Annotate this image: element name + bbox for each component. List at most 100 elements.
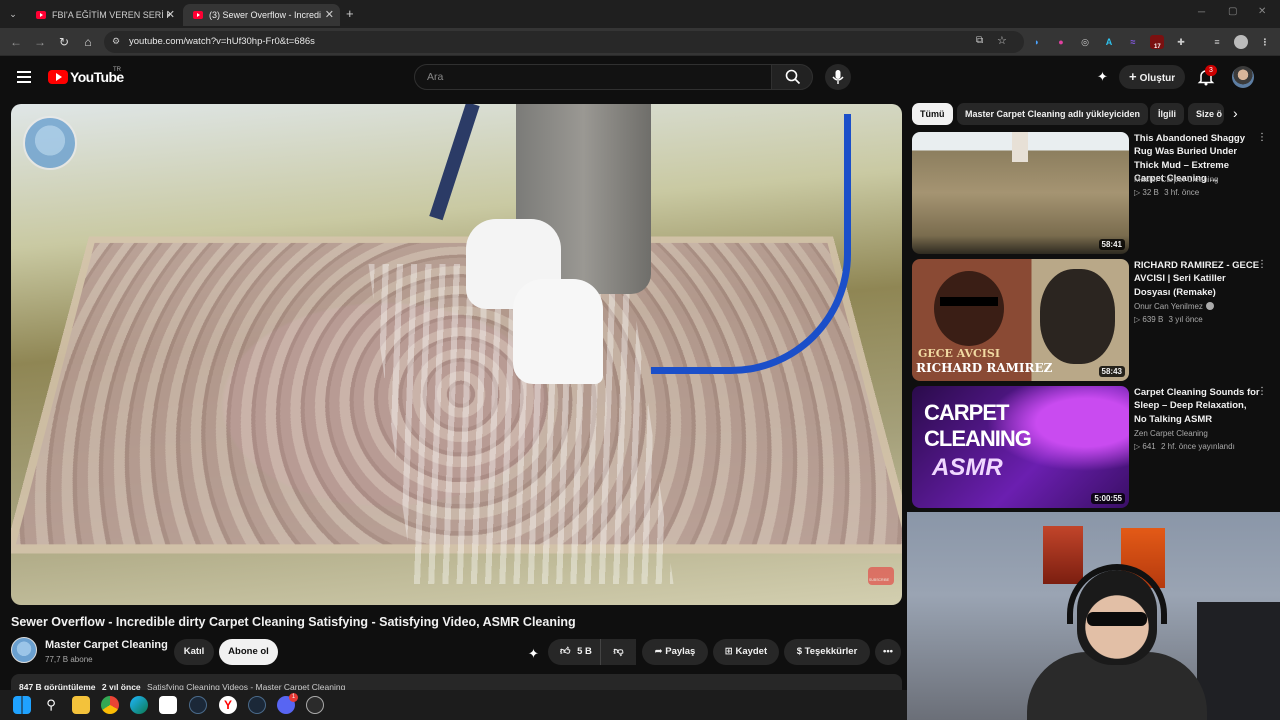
edge-icon[interactable] [130,696,148,714]
recommendation-menu-icon[interactable]: ⋮ [1257,132,1267,143]
recommendation-item[interactable]: GECE AVCISI RICHARD RAMIREZ 58:43 RICHAR… [912,259,1272,381]
save-label: Kaydet [735,646,768,657]
like-count: 5 B [577,646,592,657]
search-input[interactable]: Ara [414,64,772,90]
more-actions-button[interactable]: ••• [875,639,901,665]
chip-related[interactable]: İlgili [1150,103,1184,125]
extension-3-icon[interactable]: ◎ [1078,35,1092,49]
search-button[interactable] [771,64,813,90]
subscribe-button[interactable]: Abone ol [219,639,278,665]
browser-menu-icon[interactable]: ⋮ [1258,35,1272,49]
close-window-icon[interactable]: ✕ [1258,6,1266,17]
chevron-right-icon[interactable]: › [1233,105,1238,121]
recommendation-age: 3 yıl önce [1168,315,1203,324]
browser-tab-strip: ⌄ FBI'A EĞİTİM VEREN SERİ KATİL ✕ (3) Se… [0,0,1280,28]
thanks-button[interactable]: $ Teşekkürler [784,639,870,665]
taskbar-search-icon[interactable]: ⚲ [42,696,60,714]
video-thumbnail[interactable]: CARPET CLEANING ASMR 5:00:55 [912,386,1129,508]
hamburger-menu-icon[interactable] [17,71,31,83]
youtube-favicon-icon [36,11,46,19]
address-bar[interactable]: ⚙ youtube.com/watch?v=hUf30hp-Fr0&t=686s… [104,31,1024,53]
url-text: youtube.com/watch?v=hUf30hp-Fr0&t=686s [129,36,315,47]
search-placeholder: Ara [427,71,444,83]
share-button[interactable]: ➦ Paylaş [642,639,708,665]
browser-tab-2[interactable]: (3) Sewer Overflow - Incredible ✕ [183,4,340,26]
recommendation-item[interactable]: CARPET CLEANING ASMR 5:00:55 Carpet Clea… [912,386,1272,508]
chrome-icon[interactable] [101,696,119,714]
recommendation-age: 3 hf. önce [1164,188,1200,197]
minimize-icon[interactable]: ─ [1198,7,1205,18]
voice-search-button[interactable] [825,64,851,90]
extension-1-icon[interactable]: ◗ [1030,35,1044,49]
chip-from-uploader[interactable]: Master Carpet Cleaning adlı yükleyiciden [957,103,1149,125]
recommendation-channel[interactable]: Zen Carpet Cleaning [1134,429,1208,438]
thumbnail-caption-2: CLEANING [924,426,1032,451]
thumbnail-caption-3: ASMR [932,454,1003,481]
save-button[interactable]: ⊞ Kaydet [713,639,779,665]
forward-icon[interactable]: → [32,34,48,50]
reading-list-icon[interactable]: ≡ [1210,35,1224,49]
ai-summary-icon[interactable]: ✦ [528,646,542,661]
thumbnail-caption-1: GECE AVCISI [918,347,1001,360]
youtube-logo-icon[interactable] [48,70,68,84]
yandex-icon[interactable]: Y [219,696,237,714]
tab-title: FBI'A EĞİTİM VEREN SERİ KATİL [52,10,170,20]
recommendation-menu-icon[interactable]: ⋮ [1257,386,1267,397]
windows-taskbar: ⚲ Y 1 [0,690,907,720]
recommendation-channel[interactable]: Onur Can Yenilmez [1134,302,1214,311]
video-thumbnail[interactable]: 58:41 [912,132,1129,254]
back-icon[interactable]: ← [8,34,24,50]
subscribe-watermark[interactable]: SUBSCRIBE [868,567,894,585]
channel-watermark[interactable] [23,116,77,170]
thumbnail-caption-1: CARPET [924,400,1009,425]
close-tab-icon[interactable]: ✕ [325,8,334,21]
tab-search-icon[interactable]: ⌄ [6,7,20,21]
chip-for-you[interactable]: Size ö [1188,103,1224,125]
new-tab-icon[interactable]: + [346,6,354,21]
extension-5-icon[interactable]: ≈ [1126,35,1140,49]
video-player[interactable]: SUBSCRIBE [11,104,902,605]
profile-icon[interactable] [1234,35,1248,49]
channel-avatar[interactable] [11,637,37,663]
join-button[interactable]: Katıl [174,639,214,665]
recommendation-title[interactable]: RICHARD RAMIREZ - GECE AVCISI | Seri Kat… [1134,259,1260,299]
recommendation-menu-icon[interactable]: ⋮ [1257,259,1267,270]
verified-icon [1205,302,1214,310]
recommendation-channel-name: Onur Can Yenilmez [1134,302,1203,311]
recommendation-title[interactable]: Carpet Cleaning Sounds for Sleep – Deep … [1134,386,1260,426]
recommendation-meta: ▷ 641 2 hf. önce yayınlandı [1134,442,1235,451]
dislike-button[interactable]: 👎︎ [600,639,636,665]
extension-badge: 17 [1154,44,1161,50]
extension-2-icon[interactable]: ● [1054,35,1068,49]
recommendation-channel[interactable]: Master Carpet Cleaning [1134,175,1218,184]
extension-6-icon[interactable]: 17 [1150,35,1164,50]
video-thumbnail[interactable]: GECE AVCISI RICHARD RAMIREZ 58:43 [912,259,1129,381]
close-tab-icon[interactable]: ✕ [166,8,175,21]
restore-icon[interactable]: ▢ [1228,6,1237,17]
windows-start-icon[interactable] [13,696,31,714]
channel-name[interactable]: Master Carpet Cleaning [45,639,168,651]
chip-all[interactable]: Tümü [912,103,953,125]
site-info-icon[interactable]: ⚙ [112,36,120,47]
extensions-puzzle-icon[interactable]: ✚ [1174,35,1188,49]
super-thanks-icon: $ [796,646,802,657]
home-icon[interactable]: ⌂ [80,34,96,50]
browser-tab-1[interactable]: FBI'A EĞİTİM VEREN SERİ KATİL ✕ [26,4,181,26]
obs-icon[interactable] [306,696,324,714]
country-code: TR [113,67,121,73]
recommendation-meta: ▷ 639 B 3 yıl önce [1134,315,1203,324]
thumbnail-caption-2: RICHARD RAMIREZ [916,361,1053,375]
recommendation-age: 2 hf. önce yayınlandı [1160,442,1235,451]
store-icon[interactable] [159,696,177,714]
create-button[interactable]: + Oluştur [1119,65,1185,89]
reload-icon[interactable]: ↻ [56,34,72,50]
file-explorer-icon[interactable] [72,696,90,714]
account-avatar[interactable] [1232,66,1254,88]
steam-2-icon[interactable] [248,696,266,714]
recommendation-item[interactable]: 58:41 This Abandoned Shaggy Rug Was Buri… [912,132,1272,254]
bookmark-star-icon[interactable]: ☆ [997,34,1007,47]
cast-icon[interactable]: ⧉ [976,35,983,46]
extension-4-icon[interactable]: A [1102,35,1116,49]
steam-icon[interactable] [189,696,207,714]
ai-assistant-icon[interactable]: ✦ [1097,69,1113,85]
